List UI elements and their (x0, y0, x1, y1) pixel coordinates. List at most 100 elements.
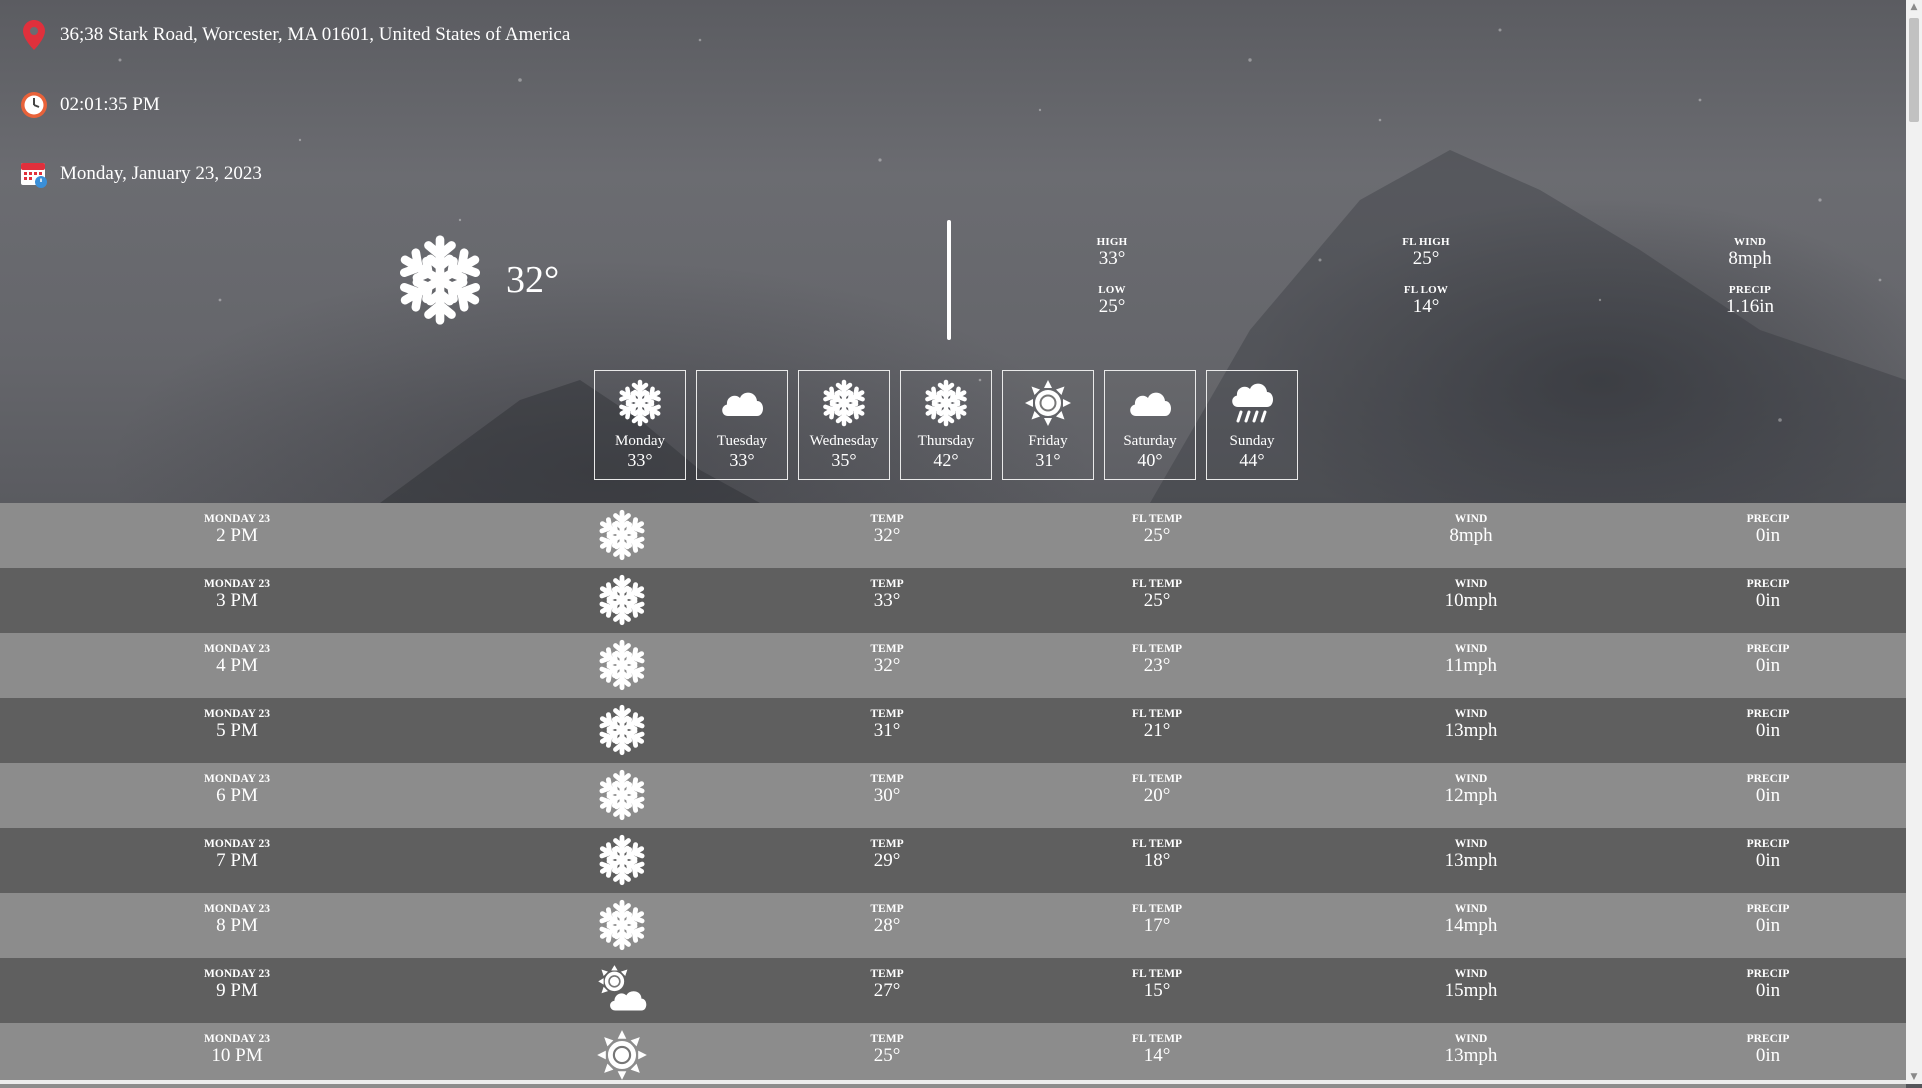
forecast-day-name: Sunday (1229, 433, 1275, 449)
precip-value: 0in (1755, 980, 1781, 1001)
forecast-day-monday[interactable]: Monday 33° (594, 370, 686, 480)
scrollbar-thumb[interactable] (1909, 18, 1919, 122)
wind-cell: WIND 12mph (1371, 773, 1571, 807)
temp-cell: TEMP 25° (787, 1033, 987, 1067)
hour-cell: MONDAY 23 3 PM (137, 578, 337, 612)
table-row: MONDAY 23 10 PM TEMP 25° FL TEMP 14° WIND 13mph… (0, 1023, 1906, 1088)
temp-cell: TEMP 31° (787, 708, 987, 742)
forecast-day-name: Saturday (1123, 433, 1177, 449)
snowflake-icon (595, 702, 649, 758)
precip-cell: PRECIP 0in (1668, 838, 1868, 872)
table-row: MONDAY 23 7 PM TEMP 29° FL TEMP 18° WIND 13mph P… (0, 828, 1906, 893)
forecast-day-temp: 33° (729, 450, 755, 470)
stat-label: WIND (1734, 236, 1766, 248)
forecast-day-thursday[interactable]: Thursday 42° (900, 370, 992, 480)
table-row: MONDAY 23 2 PM TEMP 32° FL TEMP 25° WIND 8mph PR… (0, 503, 1906, 568)
precip-value: 0in (1755, 850, 1781, 871)
stat-label: LOW (1098, 284, 1126, 296)
snowflake-icon (392, 228, 488, 332)
hour-date: MONDAY 23 (204, 968, 270, 980)
hour-time: 6 PM (216, 785, 258, 806)
wind-label: WIND (1454, 968, 1488, 980)
wind-cell: WIND 8mph (1371, 513, 1571, 547)
weekly-forecast: Monday 33° Tuesday 33° Wednesday 35° Thursday 4… (594, 370, 1298, 480)
forecast-day-wednesday[interactable]: Wednesday 35° (798, 370, 890, 480)
stat-label: FL HIGH (1402, 236, 1450, 248)
vertical-scrollbar[interactable]: ▲ ▼ (1906, 0, 1922, 1084)
wind-label: WIND (1454, 578, 1488, 590)
wind-value: 13mph (1444, 720, 1498, 741)
precip-label: PRECIP (1746, 968, 1790, 980)
calendar-icon (20, 159, 48, 189)
hour-time: 5 PM (216, 720, 258, 741)
snowflake-icon (595, 572, 649, 628)
fl-temp-value: 18° (1143, 850, 1171, 871)
hour-date: MONDAY 23 (204, 903, 270, 915)
precip-value: 0in (1755, 785, 1781, 806)
precip-label: PRECIP (1746, 773, 1790, 785)
table-row: MONDAY 23 5 PM TEMP 31° FL TEMP 21° WIND 13mph P… (0, 698, 1906, 763)
divider (947, 220, 951, 340)
stat-label: FL LOW (1403, 284, 1449, 296)
temp-label: TEMP (870, 643, 904, 655)
wind-value: 15mph (1444, 980, 1498, 1001)
precip-cell: PRECIP 0in (1668, 968, 1868, 1002)
wind-value: 10mph (1444, 590, 1498, 611)
wind-cell: WIND 13mph (1371, 838, 1571, 872)
forecast-day-friday[interactable]: Friday 31° (1002, 370, 1094, 480)
forecast-day-sunday[interactable]: Sunday 44° (1206, 370, 1298, 480)
hourly-forecast-table: MONDAY 23 2 PM TEMP 32° FL TEMP 25° WIND 8mph PR… (0, 503, 1906, 1088)
precip-value: 0in (1755, 915, 1781, 936)
forecast-day-tuesday[interactable]: Tuesday 33° (696, 370, 788, 480)
scroll-up-arrow-icon[interactable]: ▲ (1909, 2, 1919, 12)
stat-value: 33° (1098, 248, 1126, 269)
location-address: 36;38 Stark Road, Worcester, MA 01601, U… (60, 24, 571, 45)
fl-temp-cell: FL TEMP 20° (1057, 773, 1257, 807)
precip-label: PRECIP (1746, 1033, 1790, 1045)
wind-value: 14mph (1444, 915, 1498, 936)
forecast-day-temp: 33° (627, 450, 653, 470)
snowflake-icon (921, 377, 971, 429)
table-row: MONDAY 23 6 PM TEMP 30° FL TEMP 20° WIND 12mph P… (0, 763, 1906, 828)
precip-cell: PRECIP 0in (1668, 708, 1868, 742)
wind-label: WIND (1454, 1033, 1488, 1045)
fl-temp-value: 14° (1143, 1045, 1171, 1066)
wind-value: 11mph (1444, 655, 1498, 676)
fl-temp-value: 21° (1143, 720, 1171, 741)
precip-cell: PRECIP 0in (1668, 1033, 1868, 1067)
precip-label: PRECIP (1746, 708, 1790, 720)
forecast-day-temp: 44° (1239, 450, 1265, 470)
table-row: MONDAY 23 8 PM TEMP 28° FL TEMP 17° WIND 14mph P… (0, 893, 1906, 958)
time-line: 02:01:35 PM (20, 90, 160, 120)
fl-temp-value: 17° (1143, 915, 1171, 936)
scroll-down-arrow-icon[interactable]: ▼ (1909, 1072, 1919, 1082)
precip-label: PRECIP (1746, 643, 1790, 655)
temp-label: TEMP (870, 1033, 904, 1045)
stat-fl-high: FL HIGH 25° (1366, 236, 1486, 270)
fl-temp-value: 23° (1143, 655, 1171, 676)
current-conditions: 32° (392, 228, 559, 332)
forecast-day-name: Wednesday (809, 433, 879, 449)
temp-value: 33° (873, 590, 901, 611)
cloud-icon (1125, 377, 1175, 429)
hour-time: 3 PM (216, 590, 258, 611)
stat-value: 1.16in (1725, 296, 1775, 317)
hour-time: 7 PM (216, 850, 258, 871)
forecast-day-saturday[interactable]: Saturday 40° (1104, 370, 1196, 480)
precip-cell: PRECIP 0in (1668, 903, 1868, 937)
precip-label: PRECIP (1746, 838, 1790, 850)
temp-value: 28° (873, 915, 901, 936)
fl-temp-label: FL TEMP (1132, 903, 1182, 915)
map-pin-icon (20, 20, 48, 50)
forecast-day-name: Thursday (917, 433, 975, 449)
fl-temp-label: FL TEMP (1132, 643, 1182, 655)
fl-temp-cell: FL TEMP 23° (1057, 643, 1257, 677)
stat-label: PRECIP (1728, 284, 1772, 296)
stat-wind: WIND 8mph (1690, 236, 1810, 270)
wind-label: WIND (1454, 708, 1488, 720)
precip-label: PRECIP (1746, 903, 1790, 915)
temp-cell: TEMP 28° (787, 903, 987, 937)
fl-temp-value: 20° (1143, 785, 1171, 806)
fl-temp-cell: FL TEMP 21° (1057, 708, 1257, 742)
forecast-day-temp: 31° (1035, 450, 1061, 470)
